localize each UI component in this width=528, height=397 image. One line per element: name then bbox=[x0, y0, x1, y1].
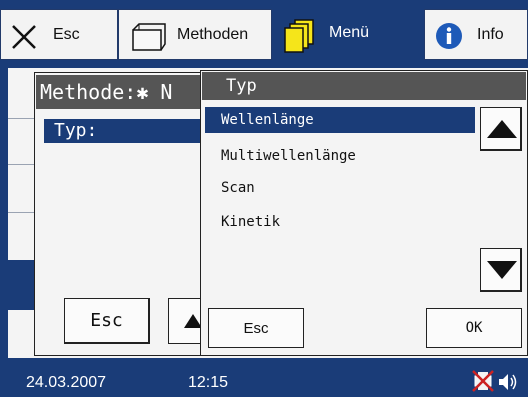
tab-methoden[interactable]: Methoden bbox=[118, 9, 272, 60]
folder-icon bbox=[132, 23, 166, 51]
info-circle-icon bbox=[436, 23, 462, 49]
stacked-pages-icon bbox=[284, 19, 314, 53]
method-esc-button[interactable]: Esc bbox=[64, 298, 150, 344]
printer-crossed-icon bbox=[472, 370, 494, 392]
tab-menu[interactable]: Menü bbox=[272, 9, 424, 60]
method-dialog-title: Methode:✱ N bbox=[36, 75, 206, 109]
side-tab[interactable] bbox=[8, 212, 34, 260]
close-x-icon bbox=[12, 25, 36, 49]
tab-info-label: Info bbox=[477, 26, 504, 43]
tab-methoden-label: Methoden bbox=[177, 26, 249, 43]
triangle-up-icon bbox=[487, 120, 517, 138]
scroll-down-button[interactable] bbox=[480, 248, 522, 292]
side-tab[interactable] bbox=[8, 164, 34, 212]
option-kinetik[interactable]: Kinetik bbox=[205, 209, 475, 235]
tab-esc-label: Esc bbox=[53, 26, 80, 43]
speaker-icon bbox=[499, 374, 517, 390]
option-multiwellenlaenge[interactable]: Multiwellenlänge bbox=[205, 143, 475, 169]
status-time: 12:15 bbox=[188, 374, 229, 391]
tab-esc[interactable]: Esc bbox=[0, 9, 118, 60]
popup-ok-button[interactable]: OK bbox=[426, 308, 522, 348]
scroll-up-button[interactable] bbox=[480, 107, 522, 151]
option-scan[interactable]: Scan bbox=[205, 175, 475, 201]
typ-popup-title: Typ bbox=[202, 72, 526, 100]
tab-info[interactable]: Info bbox=[424, 9, 528, 60]
popup-esc-button[interactable]: Esc bbox=[208, 308, 304, 348]
status-date: 24.03.2007 bbox=[26, 374, 107, 391]
option-wellenlaenge[interactable]: Wellenlänge bbox=[205, 107, 475, 133]
typ-field[interactable]: Typ: bbox=[44, 119, 204, 143]
side-tab[interactable] bbox=[8, 118, 34, 164]
side-tab-active[interactable] bbox=[8, 260, 34, 310]
tab-menu-label: Menü bbox=[329, 24, 370, 41]
triangle-down-icon bbox=[487, 261, 517, 279]
